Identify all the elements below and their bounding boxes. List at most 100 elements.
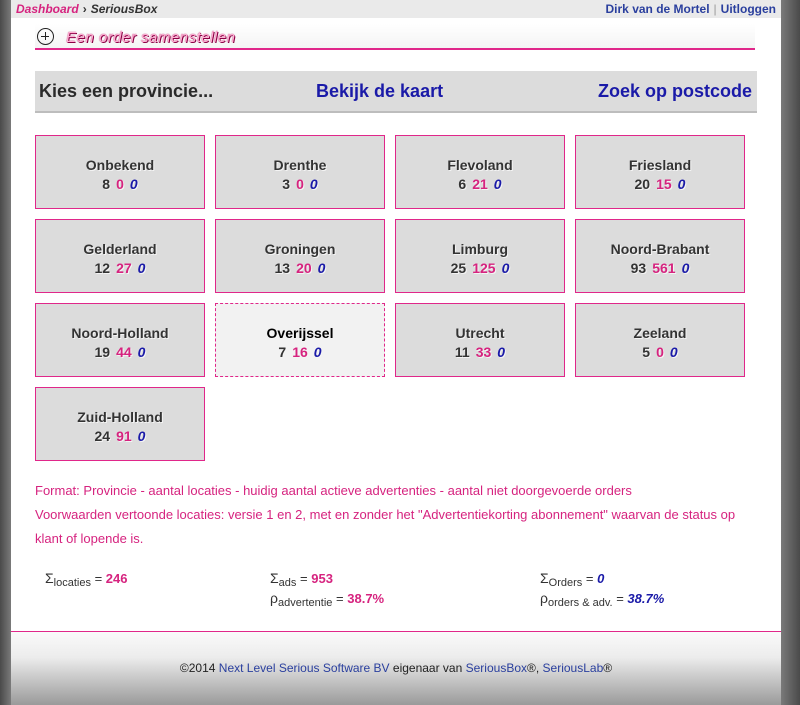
- province-tile-onbekend[interactable]: Onbekend 800: [35, 135, 205, 209]
- top-bar: Dashboard › SeriousBox Dirk van de Mortel |…: [11, 0, 781, 18]
- location-count: 13: [274, 260, 291, 276]
- seriouslab-link[interactable]: SeriousLab: [543, 661, 604, 675]
- province-tile-limburg[interactable]: Limburg 25 125 0: [395, 219, 565, 293]
- ad-count: 125: [472, 260, 496, 276]
- province-name: Noord-Holland: [71, 325, 169, 341]
- view-map-link[interactable]: Bekijk de kaart: [316, 81, 443, 102]
- order-count: 0: [497, 344, 506, 360]
- stat-label: ads: [278, 577, 297, 589]
- province-name: Zeeland: [633, 325, 687, 341]
- location-count: 19: [94, 344, 111, 360]
- order-count: 0: [501, 260, 510, 276]
- stat-value: 38.7%: [627, 591, 665, 606]
- province-tile-friesland[interactable]: Friesland 20 15 0: [575, 135, 745, 209]
- stat-total-ads: Σads = 953: [270, 570, 333, 589]
- user-name-link[interactable]: Dirk van de Mortel: [606, 2, 710, 16]
- ad-count: 0: [116, 176, 124, 192]
- left-shadow: [0, 0, 11, 705]
- stat-total-orders: ΣOrders = 0: [540, 570, 605, 589]
- ad-count: 27: [116, 260, 132, 276]
- ad-count: 21: [472, 176, 488, 192]
- order-count: 0: [313, 344, 322, 360]
- page: Dashboard › SeriousBox Dirk van de Mortel |…: [11, 0, 781, 705]
- compose-order-label[interactable]: Een order samenstellen: [66, 29, 235, 46]
- province-tile-utrecht[interactable]: Utrecht 11 33 0: [395, 303, 565, 377]
- equals-sign: =: [585, 571, 594, 586]
- ad-count: 44: [116, 344, 132, 360]
- stat-value: 953: [311, 571, 333, 586]
- equals-sign: =: [616, 591, 624, 606]
- ad-count: 33: [475, 344, 492, 360]
- search-postcode-link[interactable]: Zoek op postcode: [598, 81, 752, 102]
- order-count: 0: [493, 176, 502, 192]
- stat-value: 38.7%: [347, 591, 385, 606]
- info-text: Format: Provincie - aantal locaties - hu…: [35, 479, 755, 551]
- ad-count: 16: [292, 344, 308, 360]
- stat-value: 0: [597, 571, 605, 586]
- owner-text: eigenaar van: [392, 661, 463, 675]
- province-name: Onbekend: [85, 157, 155, 173]
- location-count: 24: [94, 428, 111, 444]
- province-name: Utrecht: [455, 325, 505, 341]
- province-tile-noord-holland[interactable]: Noord-Holland 19 44 0: [35, 303, 205, 377]
- location-count: 3: [282, 176, 291, 192]
- statistics: Σlocaties = 246 Σads = 953 ρadvertentie …: [35, 570, 765, 610]
- province-tile-drenthe[interactable]: Drenthe 300: [215, 135, 385, 209]
- province-tile-groningen[interactable]: Groningen 13 20 0: [215, 219, 385, 293]
- ad-count: 561: [652, 260, 676, 276]
- plus-circle-icon[interactable]: [37, 28, 54, 45]
- sigma-symbol: Σ: [270, 570, 279, 586]
- stat-label: locaties: [53, 577, 91, 589]
- equals-sign: =: [336, 591, 344, 606]
- choose-province-heading: Kies een provincie...: [39, 81, 214, 101]
- location-count: 7: [278, 344, 287, 360]
- ad-count: 91: [116, 428, 132, 444]
- order-count: 0: [317, 260, 326, 276]
- sigma-symbol: Σ: [45, 570, 54, 586]
- format-description: Format: Provincie - aantal locaties - hu…: [35, 483, 632, 498]
- province-name: Zuid-Holland: [77, 409, 163, 425]
- location-count: 20: [634, 176, 651, 192]
- province-name: Drenthe: [273, 157, 327, 173]
- sigma-symbol: Σ: [540, 570, 549, 586]
- province-tile-gelderland[interactable]: Gelderland 12 27 0: [35, 219, 205, 293]
- user-menu: Dirk van de Mortel | Uitloggen: [606, 2, 776, 16]
- seriousbox-link[interactable]: SeriousBox: [466, 661, 527, 675]
- province-tile-overijssel[interactable]: Overijssel 7 16 0: [215, 303, 385, 377]
- company-link[interactable]: Next Level Serious Software BV: [219, 661, 390, 675]
- breadcrumb-dashboard-link[interactable]: Dashboard: [16, 2, 79, 16]
- location-count: 6: [458, 176, 467, 192]
- rho-symbol: ρ: [540, 590, 548, 606]
- stat-rho-orders: ρorders & adv. = 38.7%: [540, 590, 665, 609]
- conditions-description: Voorwaarden vertoonde locaties: versie 1…: [35, 507, 736, 546]
- rho-symbol: ρ: [270, 590, 278, 606]
- location-count: 25: [450, 260, 467, 276]
- stat-rho-ads: ρadvertentie = 38.7%: [270, 590, 385, 609]
- location-count: 8: [102, 176, 111, 192]
- equals-sign: =: [300, 571, 308, 586]
- province-name: Gelderland: [83, 241, 157, 257]
- order-count: 0: [137, 344, 146, 360]
- breadcrumb-current: SeriousBox: [90, 2, 158, 16]
- province-name: Groningen: [264, 241, 336, 257]
- breadcrumb: Dashboard › SeriousBox: [16, 2, 157, 16]
- stat-label: advertentie: [277, 597, 333, 609]
- location-count: 12: [94, 260, 111, 276]
- footer-text: ©2014 Next Level Serious Software BV eig…: [11, 661, 781, 675]
- logout-link[interactable]: Uitloggen: [721, 2, 776, 16]
- province-tile-zeeland[interactable]: Zeeland 500: [575, 303, 745, 377]
- location-count: 5: [642, 344, 651, 360]
- ad-count: 0: [656, 344, 664, 360]
- footer-comma: ,: [535, 661, 540, 675]
- order-count: 0: [681, 260, 690, 276]
- compose-order-bar[interactable]: Een order samenstellen: [35, 24, 755, 50]
- province-tile-noord-brabant[interactable]: Noord-Brabant 93 561 0: [575, 219, 745, 293]
- province-tile-zuid-holland[interactable]: Zuid-Holland 24 91 0: [35, 387, 205, 461]
- order-count: 0: [677, 176, 686, 192]
- right-shadow: [781, 0, 800, 705]
- ad-count: 15: [656, 176, 672, 192]
- province-tile-flevoland[interactable]: Flevoland 6 21 0: [395, 135, 565, 209]
- stat-label: Orders: [548, 577, 583, 589]
- registered-mark: ®: [603, 661, 613, 675]
- breadcrumb-separator: ›: [82, 2, 87, 16]
